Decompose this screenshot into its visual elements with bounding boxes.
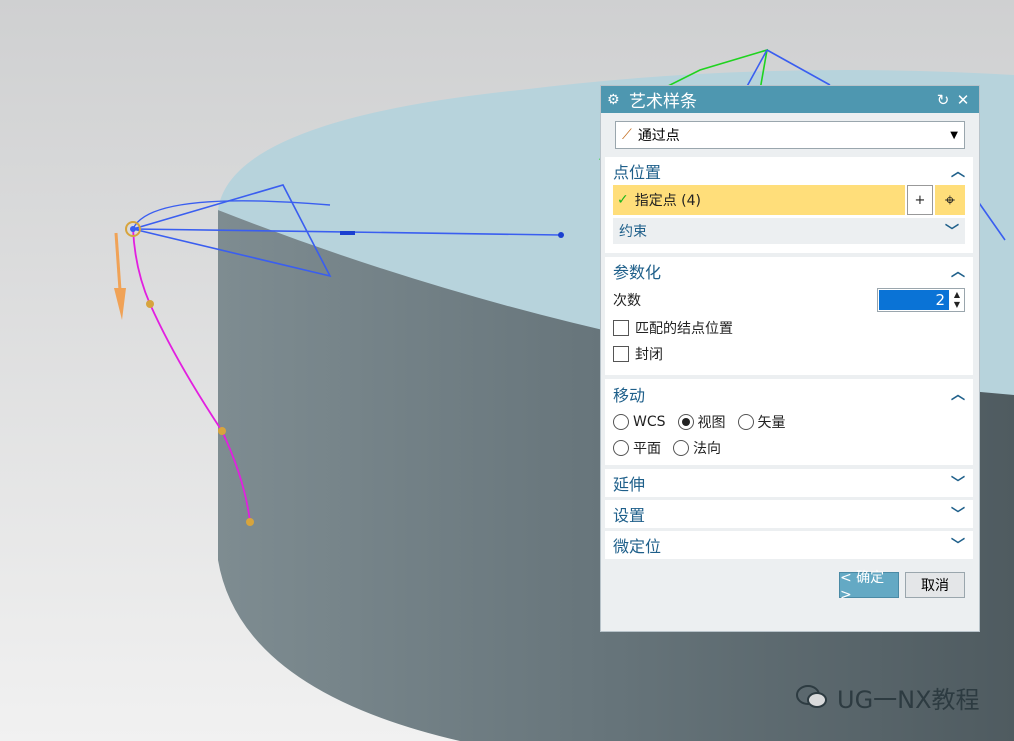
section-header-parameterization[interactable]: 参数化 ︿ (613, 257, 965, 285)
wechat-icon (795, 683, 829, 711)
section-header-fine-tune[interactable]: 微定位 ﹀ (613, 531, 965, 559)
spline-point[interactable] (218, 427, 226, 435)
section-header-movement[interactable]: 移动 ︿ (613, 379, 965, 409)
chevron-down-icon[interactable]: ﹀ (951, 535, 965, 555)
specify-point-label: 指定点 (4) (634, 193, 702, 209)
chevron-down-icon[interactable]: ﹀ (951, 473, 965, 493)
constraint-subsection[interactable]: 约束 ﹀ (613, 218, 965, 244)
section-header-extend[interactable]: 延伸 ﹀ (613, 469, 965, 497)
chevron-down-icon[interactable]: ﹀ (951, 504, 965, 524)
closed-row[interactable]: 封闭 (613, 341, 965, 367)
chevron-up-icon[interactable]: ︿ (951, 161, 965, 181)
section-label: 微定位 (613, 537, 662, 556)
type-dropdown-value: 通过点 (637, 128, 680, 144)
section-point-location: 点位置 ︿ ✓ 指定点 (4) + ⌖ 约束 ﹀ (605, 157, 973, 253)
chevron-up-icon[interactable]: ︿ (951, 384, 965, 404)
match-knots-checkbox[interactable] (613, 320, 629, 336)
degree-row: 次数 2 ▲ ▼ (613, 285, 965, 315)
start-point-center (130, 226, 136, 232)
radio-label-plane: 平面 (633, 441, 661, 457)
button-bar: < 确定 > 取消 (601, 562, 979, 603)
ok-button[interactable]: < 确定 > (839, 570, 899, 603)
radio-normal[interactable] (673, 440, 689, 456)
radio-label-vector: 矢量 (757, 415, 786, 431)
section-extend[interactable]: 延伸 ﹀ (605, 469, 973, 497)
section-header-settings[interactable]: 设置 ﹀ (613, 500, 965, 528)
section-label: 移动 (613, 386, 646, 405)
gear-icon[interactable]: ⚙ (607, 92, 623, 108)
degree-input[interactable]: 2 (879, 290, 949, 310)
check-icon: ✓ (617, 192, 629, 208)
section-label: 设置 (613, 506, 646, 525)
degree-label: 次数 (613, 293, 641, 309)
closed-checkbox[interactable] (613, 346, 629, 362)
section-label: 点位置 (613, 163, 662, 182)
movement-row-1: WCS 视图 矢量 (613, 409, 965, 435)
section-parameterization: 参数化 ︿ 次数 2 ▲ ▼ 匹配的结点位置 封闭 (605, 257, 973, 375)
radio-label-normal: 法向 (693, 441, 721, 457)
cancel-button[interactable]: 取消 (905, 572, 965, 598)
radio-label-wcs: WCS (633, 414, 666, 430)
radio-wcs[interactable] (613, 414, 629, 430)
reset-icon[interactable]: ↻ (933, 91, 953, 109)
section-label: 延伸 (613, 475, 646, 494)
spinner-arrows[interactable]: ▲ ▼ (950, 290, 964, 310)
watermark: UG一NX教程 (795, 680, 995, 714)
section-fine-tune[interactable]: 微定位 ﹀ (605, 531, 973, 559)
art-spline-dialog: ⚙ 艺术样条 ↻ ✕ ⟋ 通过点 ▼ 点位置 ︿ ✓ 指定点 (4) + ⌖ 约… (600, 85, 980, 632)
match-knots-row[interactable]: 匹配的结点位置 (613, 315, 965, 341)
dialog-titlebar[interactable]: ⚙ 艺术样条 ↻ ✕ (601, 86, 979, 113)
section-header-point-location[interactable]: 点位置 ︿ (613, 157, 965, 185)
spline-point[interactable] (246, 518, 254, 526)
constraint-label: 约束 (619, 224, 647, 240)
radio-vector[interactable] (737, 414, 754, 430)
radio-label-view: 视图 (697, 415, 726, 431)
endpoint-marker[interactable] (558, 232, 564, 238)
chevron-down-icon: ﹀ (945, 224, 959, 240)
close-icon[interactable]: ✕ (953, 91, 973, 109)
section-movement: 移动 ︿ WCS 视图 矢量 平面 法向 (605, 379, 973, 465)
closed-label: 封闭 (635, 347, 663, 363)
specify-point-row[interactable]: ✓ 指定点 (4) + ⌖ (613, 185, 965, 215)
type-dropdown[interactable]: ⟋ 通过点 ▼ (615, 121, 965, 149)
radio-view[interactable] (677, 414, 694, 430)
dialog-title: 艺术样条 (629, 92, 697, 112)
chevron-down-icon: ▼ (950, 129, 958, 141)
section-label: 参数化 (613, 263, 662, 282)
chevron-up-icon[interactable]: ︿ (951, 261, 965, 281)
section-settings[interactable]: 设置 ﹀ (605, 500, 973, 528)
add-point-button[interactable]: + (907, 185, 933, 215)
degree-spinner[interactable]: 2 ▲ ▼ (877, 288, 965, 312)
movement-row-2: 平面 法向 (613, 435, 965, 461)
spline-point[interactable] (146, 300, 154, 308)
radio-plane[interactable] (613, 440, 629, 456)
point-dialog-button[interactable]: ⌖ (935, 185, 965, 215)
spline-type-icon: ⟋ (622, 127, 632, 143)
watermark-text: UG一NX教程 (837, 685, 980, 714)
match-knots-label: 匹配的结点位置 (635, 321, 733, 337)
